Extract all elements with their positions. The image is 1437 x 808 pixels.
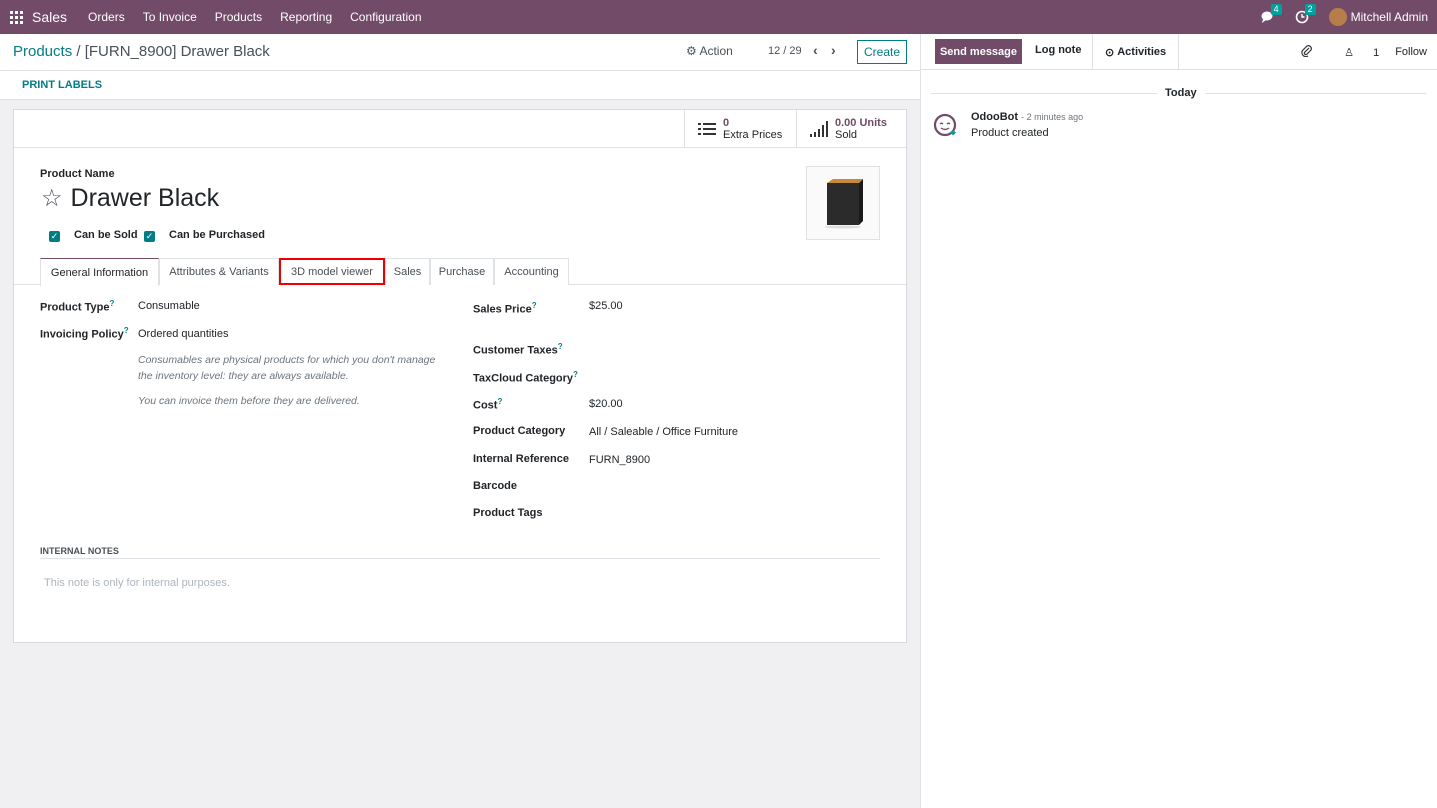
activities-clock-icon[interactable]: 2 (1295, 4, 1316, 24)
sales-price-label: Sales Price? (473, 301, 537, 316)
barcode-label: Barcode (473, 480, 518, 492)
print-labels-button[interactable]: PRINT LABELS (22, 79, 102, 91)
product-title: ☆ Drawer Black (41, 184, 219, 213)
chevron-left-icon[interactable]: ‹ (813, 42, 818, 58)
invoicing-policy-value[interactable]: Ordered quantities (138, 328, 229, 340)
chevron-right-icon[interactable]: › (831, 42, 836, 58)
cost-label: Cost? (473, 397, 503, 412)
invoice-help-text: You can invoice them before they are del… (138, 395, 360, 407)
followers-button[interactable]: ♙ 1 (1328, 46, 1379, 59)
gear-icon: ⚙ (686, 44, 697, 58)
menu-to-invoice[interactable]: To Invoice (143, 10, 197, 24)
product-tags-label: Product Tags (473, 507, 543, 519)
control-panel: Products / [FURN_8900] Drawer Black ⚙ Ac… (0, 34, 920, 71)
send-message-button[interactable]: Send message (935, 39, 1022, 64)
tab-3d-model-viewer[interactable]: 3D model viewer (279, 258, 385, 285)
product-category-value[interactable]: All / Saleable / Office Furniture (589, 426, 738, 438)
activities-badge: 2 (1304, 4, 1316, 15)
paperclip-icon[interactable] (1300, 44, 1313, 60)
action-button[interactable]: ⚙ Action (686, 44, 733, 58)
smart-button-box: 0 Extra Prices 0.00 Units Sold (14, 110, 906, 148)
followers-count: 1 (1373, 46, 1380, 59)
can-be-sold-checkbox[interactable]: ✓ (49, 231, 60, 242)
internal-reference-value[interactable]: FURN_8900 (589, 454, 650, 466)
user-avatar[interactable] (1328, 8, 1347, 26)
internal-reference-label: Internal Reference (473, 453, 569, 465)
messages-icon[interactable]: 4 (1261, 4, 1282, 24)
date-separator-label: Today (1157, 87, 1205, 99)
product-type-value[interactable]: Consumable (138, 300, 200, 312)
menu-products[interactable]: Products (215, 10, 262, 24)
internal-notes-field[interactable]: This note is only for internal purposes. (44, 577, 230, 589)
extra-prices-value: 0 (723, 116, 730, 129)
chatter-actions: ♙ 1 Follow (1284, 44, 1427, 60)
activities-label: Activities (1117, 46, 1167, 58)
pager-value[interactable]: 12 / 29 (768, 45, 802, 57)
create-button[interactable]: Create (857, 40, 907, 64)
can-be-purchased-label: Can be Purchased (169, 229, 265, 241)
extra-prices-button[interactable]: 0 Extra Prices (684, 110, 796, 147)
tab-attributes-variants[interactable]: Attributes & Variants (159, 258, 279, 285)
log-note-button[interactable]: Log note (1035, 44, 1081, 56)
tab-sales[interactable]: Sales (385, 258, 430, 285)
person-icon: ♙ (1344, 46, 1355, 59)
odoobot-avatar[interactable] (933, 113, 959, 139)
can-be-purchased-checkbox[interactable]: ✓ (144, 231, 155, 242)
customer-taxes-label: Customer Taxes? (473, 342, 563, 357)
units-sold-label: Sold (835, 128, 858, 141)
sales-price-value[interactable]: $25.00 (589, 300, 623, 312)
menu-reporting[interactable]: Reporting (280, 10, 332, 24)
invoicing-policy-label: Invoicing Policy? (40, 326, 129, 341)
user-name[interactable]: Mitchell Admin (1351, 10, 1428, 24)
activities-button[interactable]: ⊙ Activities (1092, 34, 1180, 70)
product-name[interactable]: Drawer Black (71, 184, 220, 213)
units-sold-button[interactable]: 0.00 Units Sold (796, 110, 906, 147)
cost-value[interactable]: $20.00 (589, 398, 623, 410)
signal-bars-icon (809, 120, 829, 137)
app-name[interactable]: Sales (32, 9, 67, 25)
apps-menu-icon[interactable] (10, 10, 23, 24)
extra-prices-label: Extra Prices (723, 128, 783, 141)
list-icon (697, 122, 717, 136)
tab-accounting[interactable]: Accounting (494, 258, 569, 285)
internal-notes-heading: INTERNAL NOTES (40, 546, 880, 559)
clock-icon: ⊙ (1105, 46, 1115, 59)
message-body: Product created (971, 127, 1049, 139)
follow-button[interactable]: Follow (1395, 46, 1427, 58)
tab-purchase[interactable]: Purchase (430, 258, 494, 285)
form-statusbar: PRINT LABELS (0, 71, 920, 100)
chatter-topbar: Send message Log note ⊙ Activities ♙ 1 F… (921, 34, 1437, 70)
product-category-label: Product Category (473, 425, 566, 437)
top-navbar: Sales Orders To Invoice Products Reporti… (0, 0, 1437, 34)
breadcrumb-products[interactable]: Products (13, 43, 72, 60)
breadcrumb-current: [FURN_8900] Drawer Black (84, 43, 270, 60)
consumable-help-text: Consumables are physical products for wh… (138, 354, 436, 382)
taxcloud-category-label: TaxCloud Category? (473, 370, 578, 385)
message-author: OdooBot - 2 minutes ago (971, 111, 1084, 123)
product-type-label: Product Type? (40, 299, 115, 314)
messages-badge: 4 (1270, 4, 1282, 15)
chatter-panel: Send message Log note ⊙ Activities ♙ 1 F… (920, 34, 1437, 808)
can-be-sold-label: Can be Sold (74, 229, 138, 241)
action-label: Action (699, 44, 733, 58)
menu-orders[interactable]: Orders (88, 10, 125, 24)
notebook-tabs: General Information Attributes & Variant… (14, 258, 906, 286)
form-sheet: 0 Extra Prices 0.00 Units Sold Product N… (13, 109, 907, 643)
product-image[interactable] (806, 166, 880, 240)
message-time: - 2 minutes ago (1021, 112, 1084, 122)
units-sold-value: 0.00 Units (835, 116, 887, 129)
star-icon[interactable]: ☆ (41, 184, 63, 213)
breadcrumb-separator: / (76, 43, 81, 60)
menu-configuration[interactable]: Configuration (350, 10, 421, 24)
product-name-label: Product Name (40, 168, 115, 180)
breadcrumb: Products / [FURN_8900] Drawer Black (13, 43, 270, 60)
tab-general-information[interactable]: General Information (40, 258, 159, 286)
